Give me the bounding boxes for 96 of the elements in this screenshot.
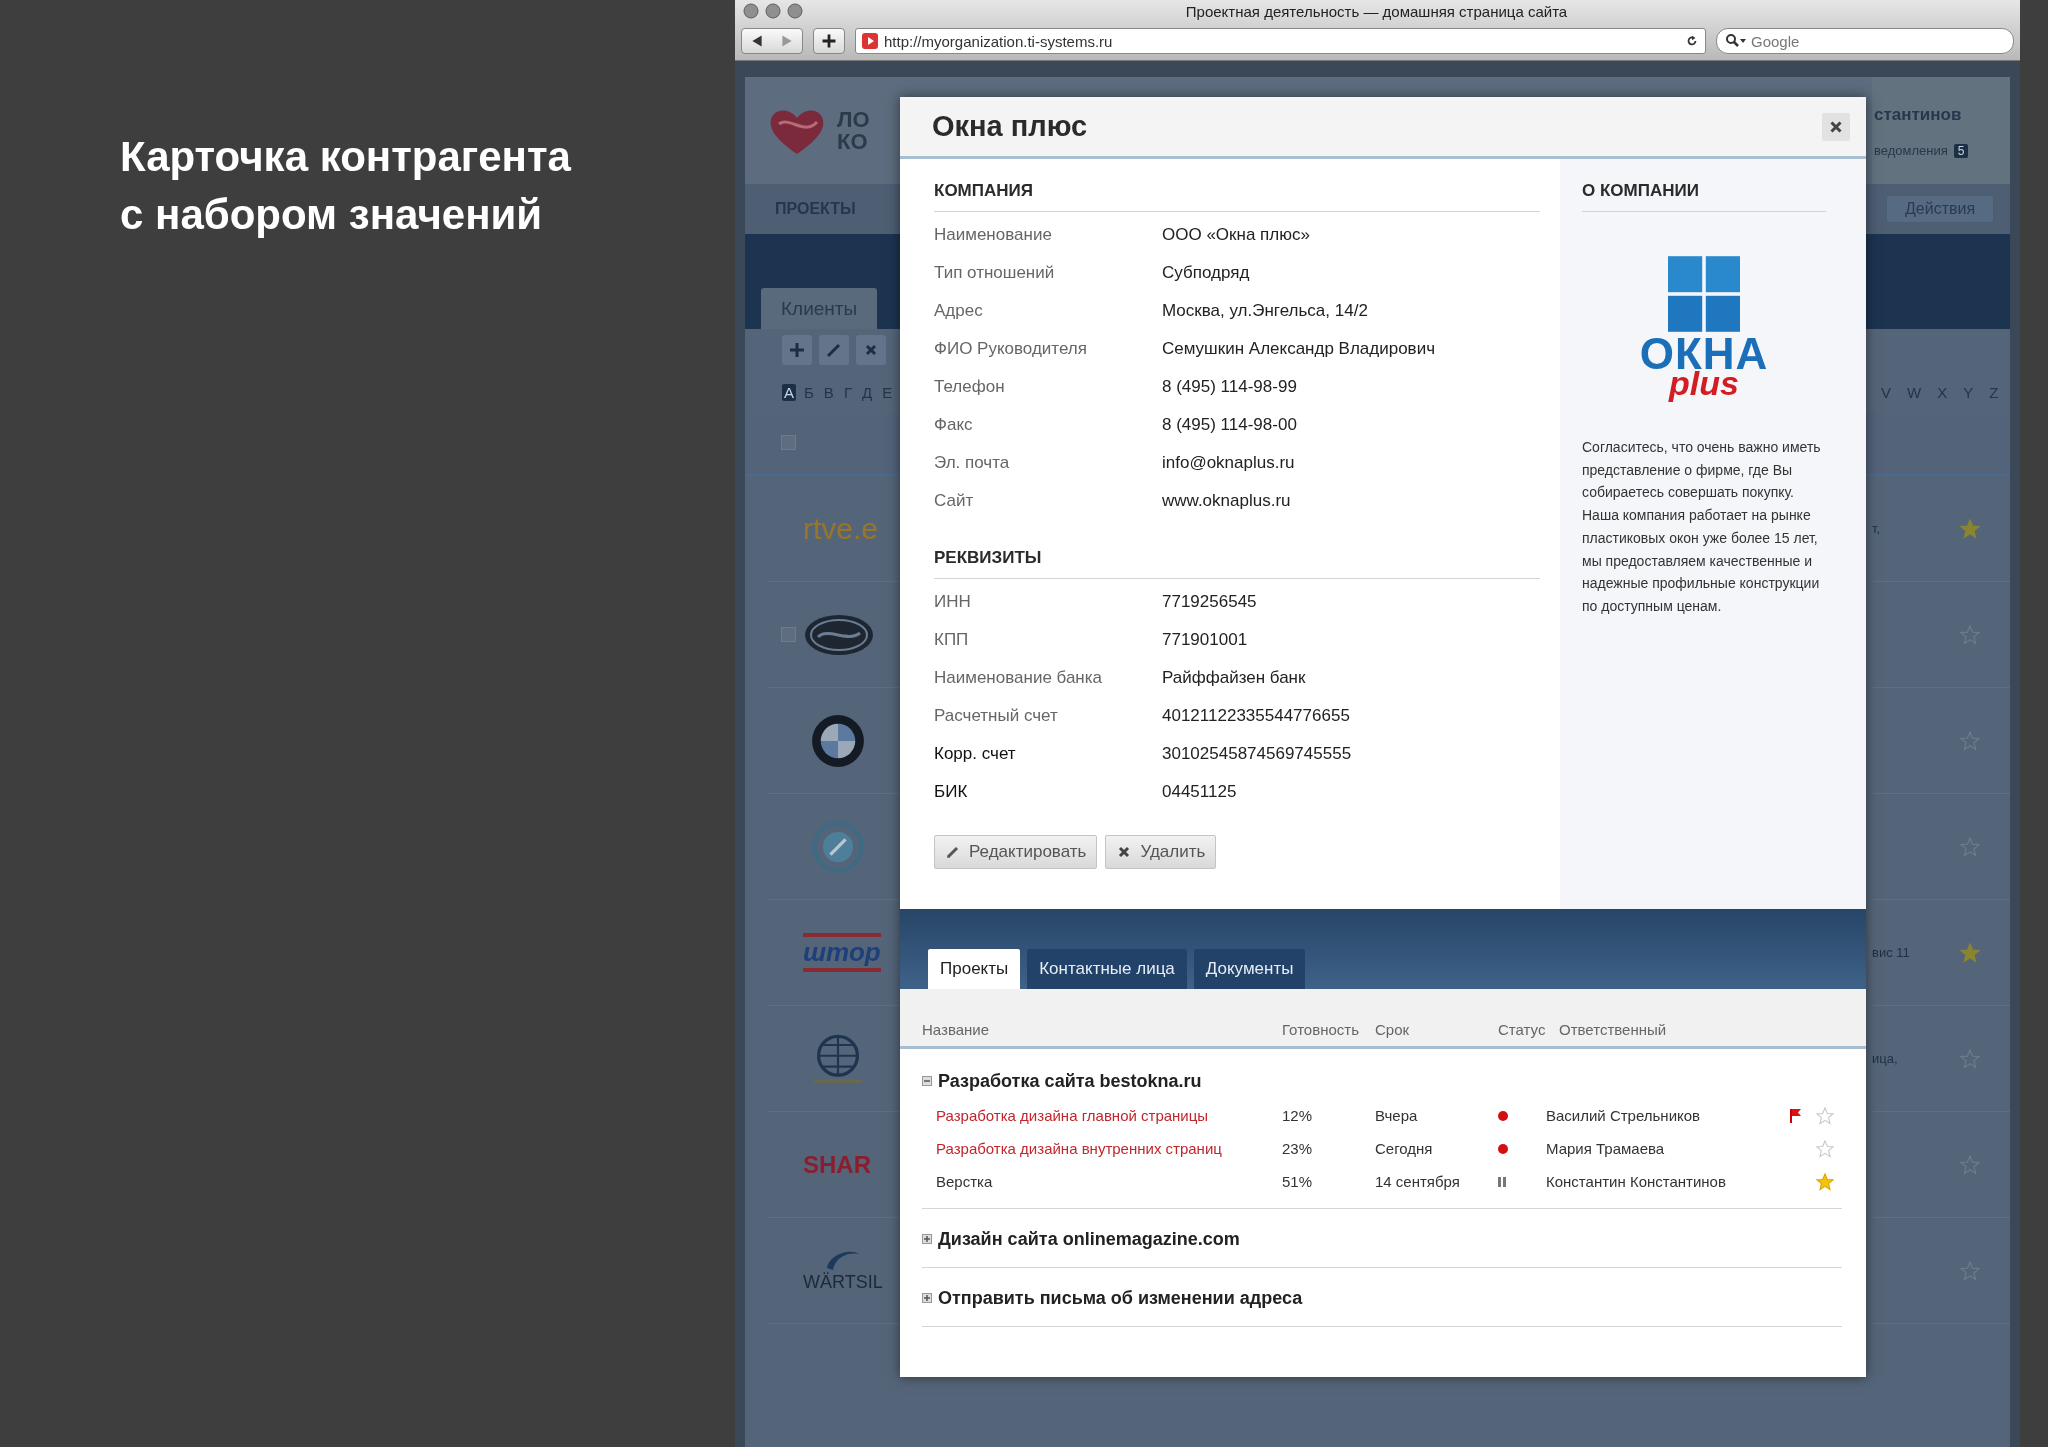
field-value: Райффайзен банк [1162, 668, 1306, 688]
star-icon[interactable] [1960, 518, 1980, 539]
field-value: info@oknaplus.ru [1162, 453, 1295, 473]
table-cell-text: 23% [1282, 1140, 1314, 1157]
field-value: www.oknaplus.ru [1162, 491, 1291, 511]
field-value: 8 (495) 114-98-99 [1162, 377, 1297, 397]
window-control-icon[interactable] [787, 3, 803, 19]
column-header[interactable]: Ответственный [1559, 1021, 1866, 1038]
window-control-icon[interactable] [765, 3, 781, 19]
flag-icon[interactable] [1790, 1107, 1802, 1124]
group-title[interactable]: Дизайн сайта onlinemagazine.com [938, 1228, 1240, 1250]
delete-button[interactable]: Удалить [1105, 835, 1217, 869]
field-label: БИК [934, 782, 969, 802]
dialog-title: Окна плюс [932, 110, 1088, 143]
field-label: Наименование банка [934, 668, 1104, 688]
field-value: 30102545874569745555 [1162, 744, 1352, 764]
reload-icon[interactable] [1685, 34, 1699, 48]
field-value: Семушкин Александр Владирович [1162, 339, 1435, 359]
add-icon[interactable] [813, 28, 845, 54]
collapse-icon[interactable] [922, 1076, 932, 1086]
field-label: ИНН [934, 592, 972, 612]
star-icon[interactable] [1960, 942, 1980, 963]
group-title[interactable]: Разработка сайта bestokna.ru [938, 1070, 1202, 1092]
window-title: Проектная деятельность — домашняя страница сайта [1184, 2, 1569, 20]
section-heading: РЕКВИЗИТЫ [934, 548, 1540, 579]
field-label: Тип отношений [934, 263, 1056, 283]
task-link[interactable]: Разработка дизайна главной страницы [936, 1107, 1282, 1124]
field-label: ФИО Руководителя [934, 339, 1088, 359]
client-logo: rtve.e [803, 511, 879, 546]
task-link[interactable]: Верстка [936, 1173, 1282, 1190]
star-icon[interactable] [1816, 1172, 1834, 1191]
close-icon[interactable] [1822, 112, 1850, 141]
field-value: 771901001 [1162, 630, 1248, 650]
table-cell-text: Константин Константинов [1546, 1173, 1727, 1190]
field-label: Эл. почта [934, 453, 1011, 473]
search-icon [1725, 33, 1747, 49]
pencil-icon [945, 844, 961, 860]
field-value: 04451125 [1162, 782, 1237, 802]
field-label: Наименование [934, 225, 1053, 245]
field-value: Москва, ул.Энгельса, 14/2 [1162, 301, 1368, 321]
star-icon[interactable] [1816, 1139, 1834, 1158]
tab[interactable]: Проекты [928, 949, 1021, 989]
table-cell-text: 14 сентября [1375, 1173, 1461, 1190]
count-badge: 5 [1953, 143, 1969, 158]
field-label: КПП [934, 630, 970, 650]
column-header[interactable]: Статус [1498, 1021, 1559, 1038]
section-heading: О КОМПАНИИ [1582, 181, 1826, 212]
table-cell-text: 12% [1282, 1107, 1314, 1124]
table-cell-text: Сегодня [1375, 1140, 1434, 1157]
star-icon[interactable] [1960, 624, 1980, 645]
field-label: Факс [934, 415, 974, 435]
column-header[interactable]: Срок [1375, 1021, 1498, 1038]
column-header[interactable]: Название [922, 1021, 1282, 1038]
star-icon[interactable] [1960, 1154, 1980, 1175]
checkbox[interactable] [781, 434, 796, 450]
field-value: Субподряд [1162, 263, 1250, 283]
field-label: Адрес [934, 301, 984, 321]
table-cell-text: Вчера [1375, 1107, 1419, 1124]
expand-icon[interactable] [922, 1293, 932, 1303]
company-description: Согласитесь, что очень важно иметь представление о фирме, где Вы собираетесь совершать покупку. Наша компания работает на рынке пластиковых окон уже более 15 лет, мы предоставляем качественные и надежные профильные конструкции по доступным ценам. [1582, 438, 1822, 616]
section-heading: КОМПАНИЯ [934, 181, 1540, 212]
field-label: Сайт [934, 491, 975, 511]
field-label: Корр. счет [934, 744, 1017, 764]
star-icon[interactable] [1960, 1048, 1980, 1069]
table-cell-text: Мария Трамаева [1546, 1140, 1666, 1157]
slide-heading: с набором значений [120, 190, 544, 240]
pencil-icon[interactable] [819, 335, 849, 365]
client-logo: SHAR [803, 1150, 871, 1179]
checkbox[interactable] [781, 627, 796, 642]
field-label: Телефон [934, 377, 1006, 397]
field-label: Расчетный счет [934, 706, 1059, 726]
group-title[interactable]: Отправить письма об изменении адреса [938, 1287, 1303, 1309]
window-logo-icon [1668, 256, 1740, 332]
client-logo: WÄRTSIL [803, 1272, 883, 1293]
search-field[interactable]: Google [1716, 28, 2014, 54]
field-value: 7719256545 [1162, 592, 1257, 612]
field-value: 40121122335544776655 [1162, 706, 1350, 726]
table-cell-text: 51% [1282, 1173, 1314, 1190]
field-value: 8 (495) 114-98-00 [1162, 415, 1297, 435]
edit-button[interactable]: Редактировать [934, 835, 1098, 869]
slide-heading: Карточка контрагента [120, 132, 572, 182]
column-header[interactable]: Готовность [1282, 1021, 1375, 1038]
letter-filter[interactable]: А [782, 384, 796, 401]
address-field[interactable]: http://myorganization.ti-systems.ru [855, 28, 1706, 54]
tab[interactable]: Документы [1193, 949, 1306, 989]
expand-icon[interactable] [922, 1234, 932, 1244]
star-icon[interactable] [1960, 836, 1980, 857]
star-icon[interactable] [1816, 1106, 1834, 1125]
window-control-icon[interactable] [743, 3, 759, 19]
table-cell-text: Василий Стрельников [1546, 1107, 1702, 1124]
field-value: ООО «Окна плюс» [1162, 225, 1310, 245]
tab[interactable]: Контактные лица [1027, 949, 1187, 989]
task-link[interactable]: Разработка дизайна внутренних страниц [936, 1140, 1282, 1157]
star-icon[interactable] [1960, 1260, 1980, 1281]
play-icon [862, 33, 878, 49]
star-icon[interactable] [1960, 730, 1980, 751]
